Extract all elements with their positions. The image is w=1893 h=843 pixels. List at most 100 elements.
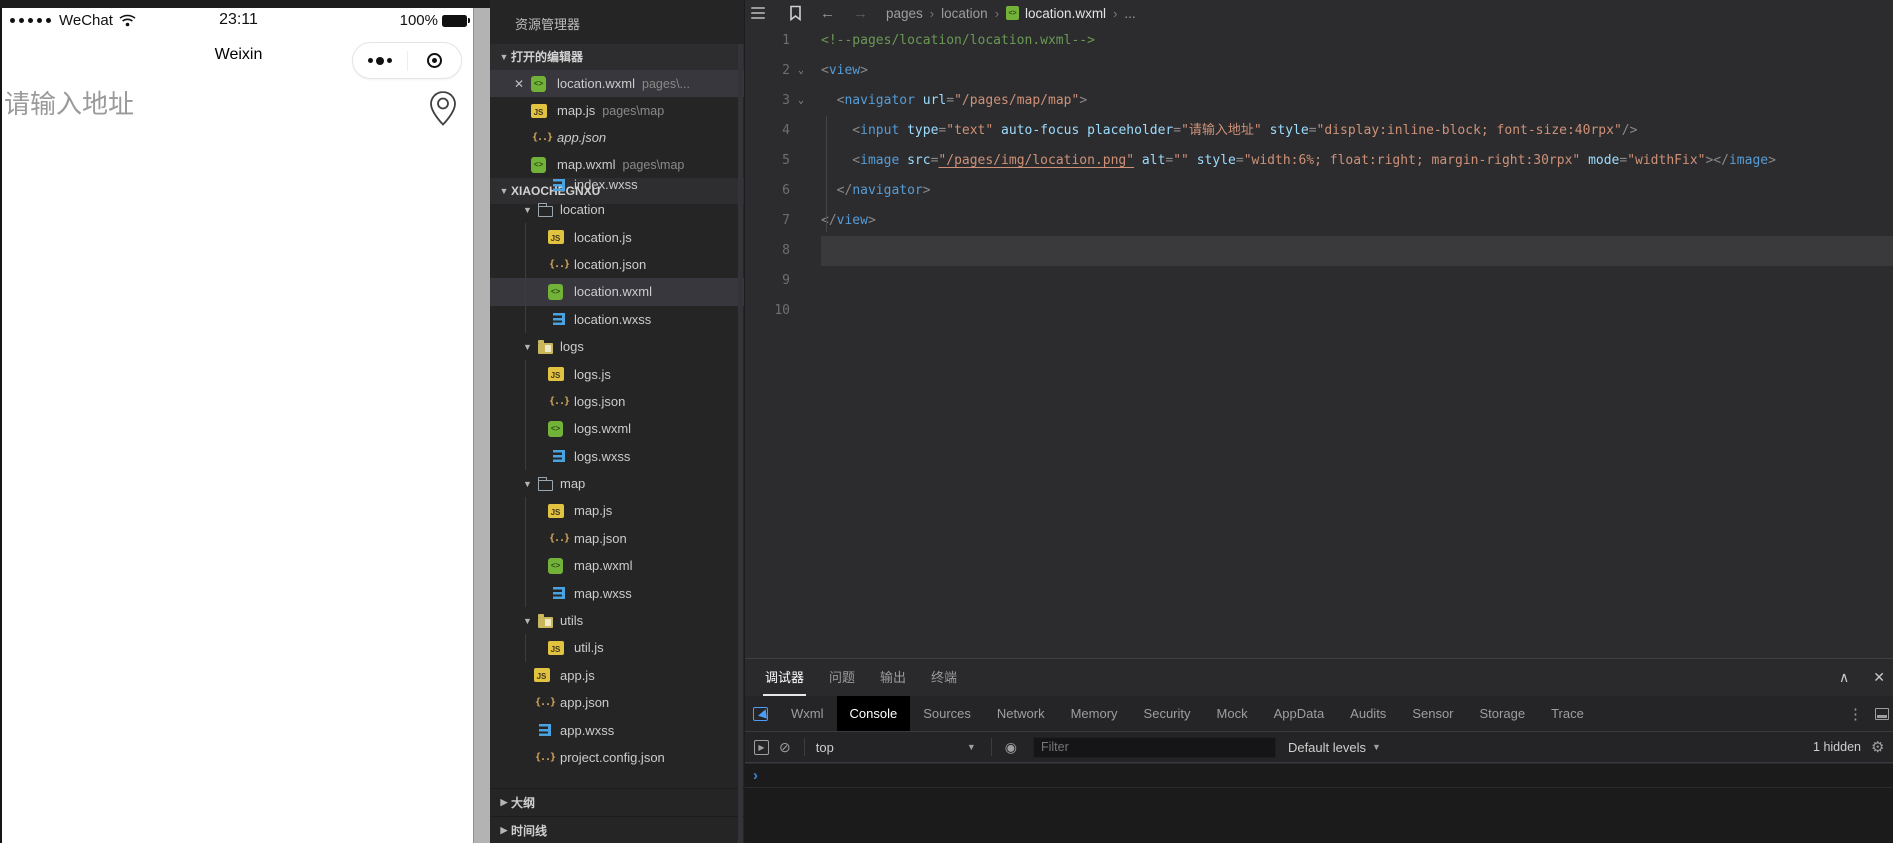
debugger-tabbar: 调试器 问题 输出 终端 ∧ ✕ — [745, 659, 1893, 696]
tree-file-row[interactable]: {..} logs.json — [490, 387, 744, 416]
breadcrumb-item[interactable]: ... — [1124, 6, 1135, 21]
console-sidebar-icon[interactable]: ▶ — [754, 739, 769, 755]
breadcrumb-item[interactable]: location — [941, 6, 988, 21]
devtools-tab-sources[interactable]: Sources — [910, 696, 984, 731]
devtools-tab-security[interactable]: Security — [1131, 696, 1204, 731]
code-line[interactable]: 1 <!--pages/location/location.wxml--> — [745, 26, 1893, 56]
tree-file-row[interactable]: JS util.js — [490, 634, 744, 663]
tree-file-row[interactable]: JS app.js — [490, 662, 744, 689]
console-prompt-row[interactable]: › — [745, 764, 1893, 788]
line-number: 10 — [774, 303, 790, 318]
line-number: 6 — [782, 183, 790, 198]
code-editor[interactable]: 1 <!--pages/location/location.wxml--> 2 ⌄ <v… — [745, 26, 1893, 658]
devtools-tab-sensor[interactable]: Sensor — [1399, 696, 1466, 731]
execution-context-select[interactable]: top ▼ — [812, 740, 984, 755]
devtools-tab-storage[interactable]: Storage — [1467, 696, 1539, 731]
js-glyph: JS — [550, 371, 561, 381]
code-line[interactable]: 7 </view> — [745, 206, 1893, 236]
debugger-tab-输出[interactable]: 输出 — [878, 659, 908, 696]
tree-file-row[interactable]: logs.wxss — [490, 442, 744, 471]
navigate-back-icon[interactable]: ← — [820, 5, 835, 22]
tree-folder-row[interactable]: ▼ location — [490, 196, 744, 223]
devtools-tab-network[interactable]: Network — [984, 696, 1058, 731]
tree-file-row[interactable]: location.wxss — [490, 305, 744, 334]
console-filter-input[interactable] — [1032, 736, 1276, 758]
console-output[interactable]: › — [745, 764, 1893, 843]
panel-close-icon[interactable]: ✕ — [1873, 669, 1885, 686]
tree-folder-row[interactable]: ▼ utils — [490, 607, 744, 634]
code-line[interactable]: 4 <input type="text" auto-focus placehol… — [745, 116, 1893, 146]
tree-file-row[interactable]: {..} map.json — [490, 524, 744, 553]
open-editor-item[interactable]: {..} app.json — [490, 124, 744, 151]
dock-side-icon[interactable] — [1875, 707, 1889, 720]
tree-file-row[interactable]: JS location.js — [490, 223, 744, 252]
breadcrumb-item[interactable]: pages — [886, 6, 923, 21]
open-editor-item[interactable]: JS map.js pages\map — [490, 97, 744, 124]
tree-item-label: logs.wxss — [574, 448, 631, 464]
devtools-tab-audits[interactable]: Audits — [1337, 696, 1399, 731]
code-token: "widthFix" — [1627, 153, 1706, 168]
devtools-tab-mock[interactable]: Mock — [1204, 696, 1261, 731]
navigate-forward-icon[interactable]: → — [853, 5, 868, 22]
address-input[interactable]: 请输入地址 — [4, 84, 134, 121]
tree-file-row[interactable]: app.wxss — [490, 716, 744, 743]
code-line[interactable]: 2 ⌄ <view> — [745, 56, 1893, 86]
tree-file-row[interactable]: <> location.wxml — [490, 278, 744, 306]
list-menu-icon[interactable] — [751, 7, 767, 19]
exit-button[interactable] — [408, 43, 462, 78]
code-line[interactable]: 3 ⌄ <navigator url="/pages/map/map"> — [745, 86, 1893, 116]
breadcrumb-item-file[interactable]: <> location.wxml — [1006, 6, 1106, 21]
debugger-tab-调试器[interactable]: 调试器 — [763, 659, 807, 696]
outline-section-header[interactable]: ▶ 大纲 — [490, 788, 744, 816]
line-number: 3 — [782, 93, 790, 108]
json-icon: {..} — [531, 132, 553, 143]
tree-file-row[interactable]: JS map.js — [490, 497, 744, 526]
devtools-tab-memory[interactable]: Memory — [1058, 696, 1131, 731]
code-line[interactable]: 8 — [745, 236, 1893, 266]
code-token: image — [1728, 153, 1769, 168]
tree-file-row[interactable]: {..} location.json — [490, 250, 744, 279]
debugger-tab-终端[interactable]: 终端 — [929, 659, 959, 696]
tree-file-row[interactable]: map.wxss — [490, 579, 744, 608]
console-settings-gear-icon[interactable]: ⚙ — [1871, 738, 1893, 756]
js-file-icon: JS — [547, 366, 567, 382]
debugger-tab-问题[interactable]: 问题 — [827, 659, 857, 696]
tree-folder-row[interactable]: ▼ logs — [490, 333, 744, 360]
tree-file-row[interactable]: {..} project.config.json — [490, 744, 744, 771]
more-options-kebab-icon[interactable]: ⋮ — [1848, 705, 1863, 723]
open-editor-item[interactable]: <> map.wxml pages\map — [490, 151, 744, 178]
code-line[interactable]: 9 — [745, 266, 1893, 296]
fold-chevron-icon[interactable]: ⌄ — [794, 86, 808, 116]
tree-file-row[interactable]: {..} app.json — [490, 689, 744, 716]
js-file-icon: JS — [547, 503, 567, 519]
code-line[interactable]: 6 </navigator> — [745, 176, 1893, 206]
js-glyph: JS — [550, 644, 561, 654]
devtools-tab-console[interactable]: Console — [836, 696, 911, 731]
tree-folder-row[interactable]: ▼ map — [490, 470, 744, 497]
devtools-tab-appdata[interactable]: AppData — [1261, 696, 1338, 731]
live-expression-eye-icon[interactable]: ◉ — [1005, 739, 1017, 756]
element-inspect-icon[interactable] — [753, 706, 768, 721]
location-pin-icon[interactable] — [426, 89, 460, 128]
clear-console-icon[interactable]: ⊘ — [779, 739, 791, 756]
timeline-section-header[interactable]: ▶ 时间线 — [490, 816, 744, 843]
tree-file-row[interactable]: <> logs.wxml — [490, 415, 744, 443]
fold-chevron-icon[interactable]: ⌄ — [794, 56, 808, 86]
log-levels-select[interactable]: Default levels ▼ — [1288, 740, 1381, 755]
tree-file-row[interactable]: index.wxss — [490, 179, 744, 196]
panel-divider[interactable] — [473, 0, 490, 843]
more-button[interactable] — [353, 43, 407, 78]
code-line[interactable]: 10 — [745, 296, 1893, 326]
open-editors-header[interactable]: ▼ 打开的编辑器 — [490, 44, 744, 70]
code-line[interactable]: 5 <image src="/pages/img/location.png" a… — [745, 146, 1893, 176]
explorer-scrollbar[interactable] — [738, 44, 743, 843]
wxml-glyph: <> — [550, 287, 561, 297]
folder-icon — [537, 613, 553, 628]
bookmark-icon[interactable] — [789, 5, 802, 21]
devtools-tab-trace[interactable]: Trace — [1538, 696, 1597, 731]
panel-expand-icon[interactable]: ∧ — [1839, 669, 1849, 686]
tree-file-row[interactable]: <> map.wxml — [490, 552, 744, 580]
open-editor-item[interactable]: ✕ <> location.wxml pages\... — [490, 70, 744, 97]
tree-file-row[interactable]: JS logs.js — [490, 360, 744, 389]
devtools-tab-wxml[interactable]: Wxml — [778, 696, 837, 731]
